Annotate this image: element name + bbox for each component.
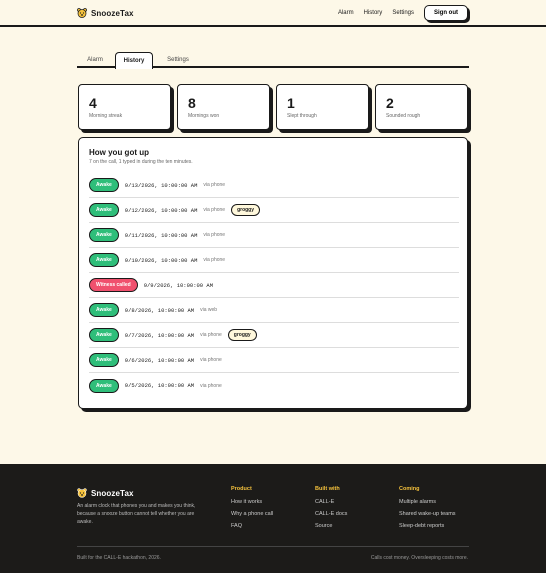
stat-card-sounded-rough: 2 Sounded rough [375,84,468,130]
stat-value: 1 [287,95,295,111]
main-nav: Alarm History Settings Sign out [338,5,468,21]
wake-method: via web [200,307,218,313]
footer-column-product: Product How it works Why a phone call FA… [231,486,273,535]
footer-link-call-e[interactable]: CALL-E [315,499,347,505]
bear-face-icon [77,488,87,498]
status-badge-awake: Awake [89,328,119,342]
history-row: Witness called 9/9/2026, 10:00:00 AM [89,273,459,298]
history-row: Awake 9/6/2026, 10:00:00 AM via phone [89,348,459,373]
mood-tag: groggy [227,329,257,341]
wake-method: via phone [203,232,226,238]
footer-column-coming: Coming Multiple alarms Shared wake-up te… [399,486,456,535]
history-row: Awake 9/10/2026, 10:00:00 AM via phone [89,248,459,273]
footer-link-sleep-debt[interactable]: Sleep-debt reports [399,523,456,529]
status-badge-awake: Awake [89,303,119,317]
footer: SnoozeTax An alarm clock that phones you… [0,464,546,573]
footer-link-call-e-docs[interactable]: CALL-E docs [315,511,347,517]
history-title: How you got up [89,148,149,157]
footer-column-built-with: Built with CALL-E CALL-E docs Source [315,486,347,535]
brand[interactable]: SnoozeTax [77,8,134,18]
sign-out-button[interactable]: Sign out [424,5,468,21]
footer-divider [77,546,469,547]
footer-description: An alarm clock that phones you and makes… [77,503,196,525]
footer-link-source[interactable]: Source [315,523,347,529]
brand-name: SnoozeTax [91,8,134,18]
status-badge-witness-called: Witness called [89,278,138,292]
wake-method: via phone [200,332,222,338]
history-row: Awake 9/12/2026, 10:00:00 AM via phone grog… [89,198,459,223]
tab-settings[interactable]: Settings [159,52,197,68]
footer-brand[interactable]: SnoozeTax [77,488,134,498]
timestamp: 9/11/2026, 10:00:00 AM [124,231,198,239]
wake-method: via phone [203,257,226,263]
footer-link-why-phone-call[interactable]: Why a phone call [231,511,273,517]
timestamp: 9/9/2026, 10:00:00 AM [143,281,214,289]
wake-method: via phone [200,357,222,363]
timestamp: 9/10/2026, 10:00:00 AM [124,256,198,264]
timestamp: 9/12/2026, 10:00:00 AM [124,206,198,214]
footer-tagline: Calls cost money. Oversleeping costs mor… [370,555,468,561]
timestamp: 9/8/2026, 10:00:00 AM [124,306,195,314]
section-tabs: Alarm History Settings [77,52,469,69]
status-badge-awake: Awake [89,228,119,242]
top-bar: SnoozeTax Alarm History Settings Sign ou… [0,0,546,27]
history-card: How you got up 7 on the call, 1 typed in… [78,137,468,409]
mood-tag: groggy [231,204,261,216]
stat-value: 2 [386,95,394,111]
status-badge-awake: Awake [89,378,119,393]
footer-heading: Coming [399,486,420,492]
stat-value: 4 [89,95,97,111]
nav-settings[interactable]: Settings [392,10,414,16]
history-row: Awake 9/13/2026, 10:00:00 AM via phone [89,173,459,198]
footer-link-faq[interactable]: FAQ [231,523,273,529]
status-badge-awake: Awake [89,353,119,367]
wake-method: via phone [200,382,222,389]
wake-method: via phone [203,207,226,213]
history-row: Awake 9/5/2026, 10:00:00 AM via phone [89,373,459,398]
timestamp: 9/13/2026, 10:00:00 AM [124,181,198,189]
stat-label: Sounded rough [386,113,421,119]
timestamp: 9/5/2026, 10:00:00 AM [124,382,195,389]
footer-copyright: Built for the CALL-E hackathon, 2026. [77,555,161,561]
footer-link-multiple-alarms[interactable]: Multiple alarms [399,499,456,505]
stat-card-mornings-won: 8 Mornings won [177,84,270,130]
timestamp: 9/7/2026, 10:00:00 AM [124,331,195,339]
wake-method: via phone [203,182,226,188]
nav-history[interactable]: History [364,10,383,16]
tab-history[interactable]: History [115,52,153,69]
tab-alarm[interactable]: Alarm [77,52,113,68]
footer-link-how-it-works[interactable]: How it works [231,499,273,505]
footer-brand-name: SnoozeTax [91,488,134,498]
footer-link-shared-teams[interactable]: Shared wake-up teams [399,511,456,517]
stat-card-morning-streak: 4 Morning streak [78,84,171,130]
nav-alarm[interactable]: Alarm [338,10,354,16]
stat-label: Slept through [287,113,317,119]
history-row: Awake 9/11/2026, 10:00:00 AM via phone [89,223,459,248]
footer-heading: Built with [315,486,340,492]
stat-card-slept-through: 1 Slept through [276,84,369,130]
stat-label: Morning streak [89,113,123,119]
history-subtitle: 7 on the call, 1 typed in during the ten… [89,159,193,165]
stat-label: Mornings won [188,113,220,119]
timestamp: 9/6/2026, 10:00:00 AM [124,356,195,364]
status-badge-awake: Awake [89,178,119,192]
history-row: Awake 9/7/2026, 10:00:00 AM via phone grogg… [89,323,459,348]
status-badge-awake: Awake [89,203,119,217]
bear-face-icon [77,8,87,18]
footer-heading: Product [231,486,252,492]
status-badge-awake: Awake [89,253,119,267]
stat-value: 8 [188,95,196,111]
history-row: Awake 9/8/2026, 10:00:00 AM via web [89,298,459,323]
